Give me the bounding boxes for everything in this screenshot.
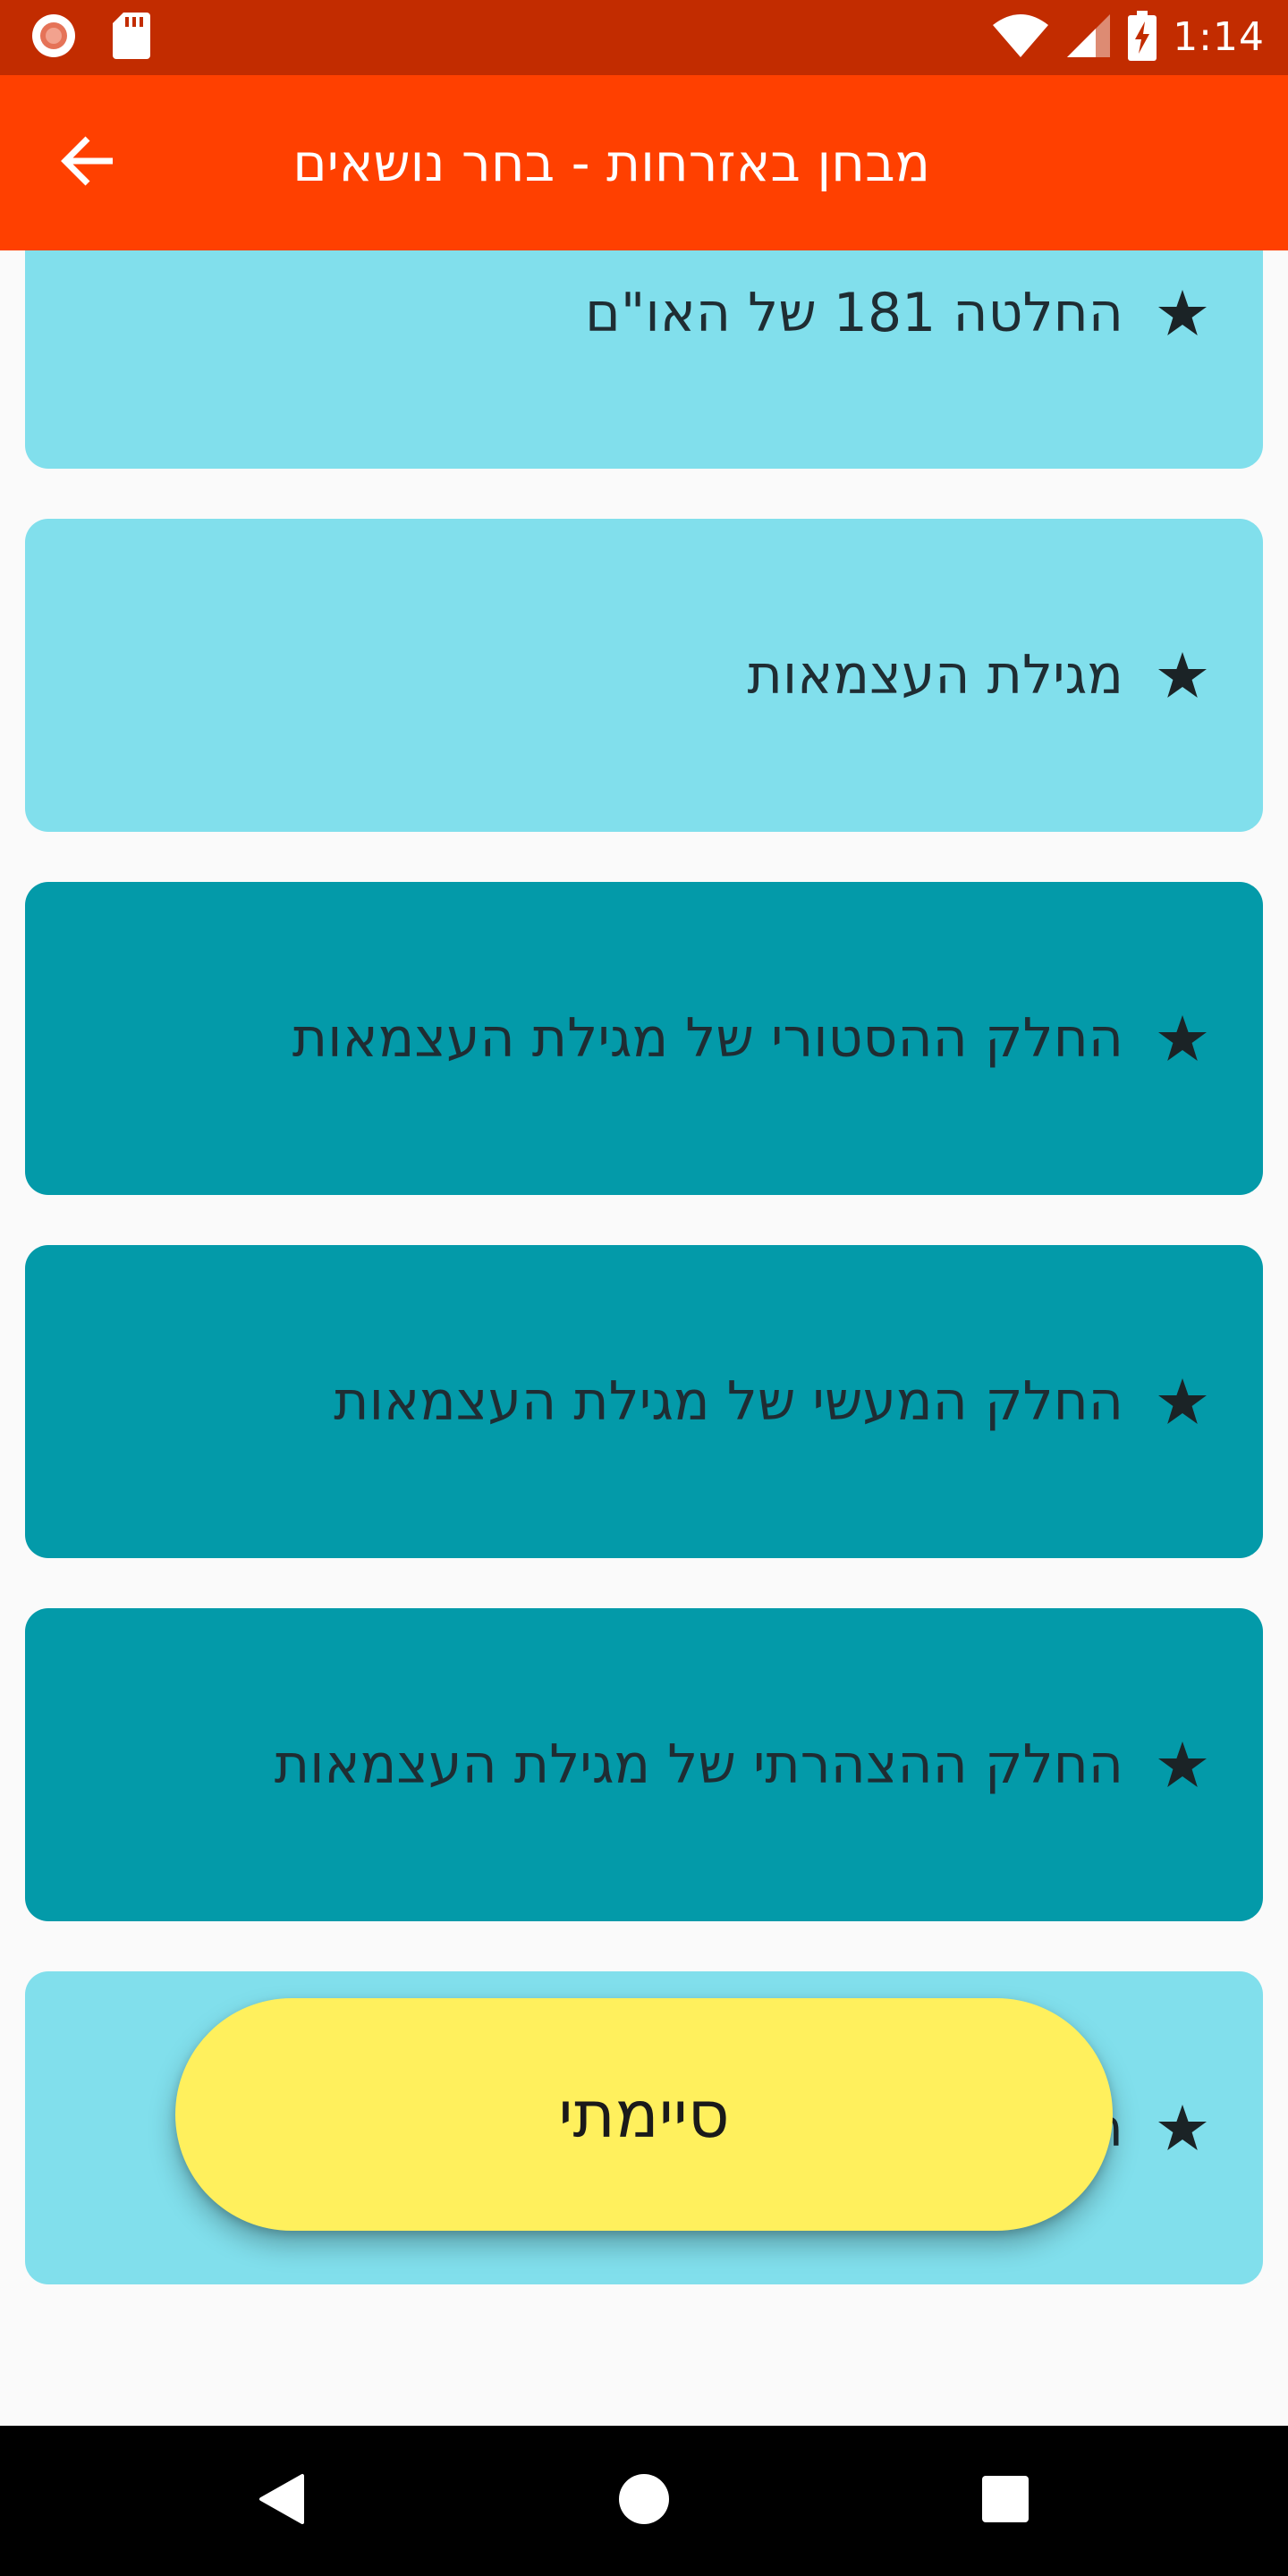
recents-square-icon (980, 2474, 1030, 2528)
topic-card-practical-part[interactable]: החלק המעשי של מגילת העצמאות (25, 1245, 1263, 1558)
page-title: מבחן באזרחות - בחר נושאים (292, 132, 930, 193)
wifi-icon (992, 13, 1049, 63)
status-time: 1:14 (1173, 14, 1265, 60)
star-icon (1156, 1738, 1209, 1792)
nav-recents-button[interactable] (970, 2465, 1041, 2537)
done-button-label: סיימתי (558, 2077, 730, 2152)
status-right-icons: 1:14 (992, 11, 1265, 64)
app-bar: מבחן באזרחות - בחר נושאים (0, 75, 1288, 250)
star-icon (1156, 648, 1209, 702)
arrow-back-icon (61, 136, 114, 190)
topic-card-un-resolution-181[interactable]: החלטה 181 של האו"ם (25, 250, 1263, 469)
topic-label: החלק המעשי של מגילת העצמאות (334, 1370, 1123, 1433)
navigation-bar (0, 2426, 1288, 2576)
topic-label: החלטה 181 של האו"ם (584, 282, 1123, 344)
topic-card-historical-part[interactable]: החלק ההסטורי של מגילת העצמאות (25, 882, 1263, 1195)
record-icon (30, 13, 77, 63)
signal-icon (1065, 13, 1112, 63)
topic-card-declarative-part[interactable]: החלק ההצהרתי של מגילת העצמאות (25, 1608, 1263, 1921)
nav-back-button[interactable] (245, 2465, 317, 2537)
battery-charging-icon (1128, 11, 1157, 64)
topic-label: החלק ההסטורי של מגילת העצמאות (292, 1007, 1123, 1070)
sd-card-icon (113, 13, 150, 63)
back-triangle-icon (256, 2472, 306, 2529)
star-icon (1156, 286, 1209, 340)
done-button[interactable]: סיימתי (175, 1998, 1113, 2231)
home-circle-icon (617, 2472, 671, 2529)
star-icon (1156, 2101, 1209, 2155)
nav-home-button[interactable] (608, 2465, 680, 2537)
status-left-icons (30, 13, 150, 63)
topic-label: החלק ההצהרתי של מגילת העצמאות (274, 1733, 1123, 1796)
back-button[interactable] (52, 127, 123, 199)
status-bar: 1:14 (0, 0, 1288, 75)
star-icon (1156, 1375, 1209, 1428)
topic-card-declaration-of-independence[interactable]: מגילת העצמאות (25, 519, 1263, 832)
star-icon (1156, 1012, 1209, 1065)
topic-label: מגילת העצמאות (747, 644, 1124, 707)
